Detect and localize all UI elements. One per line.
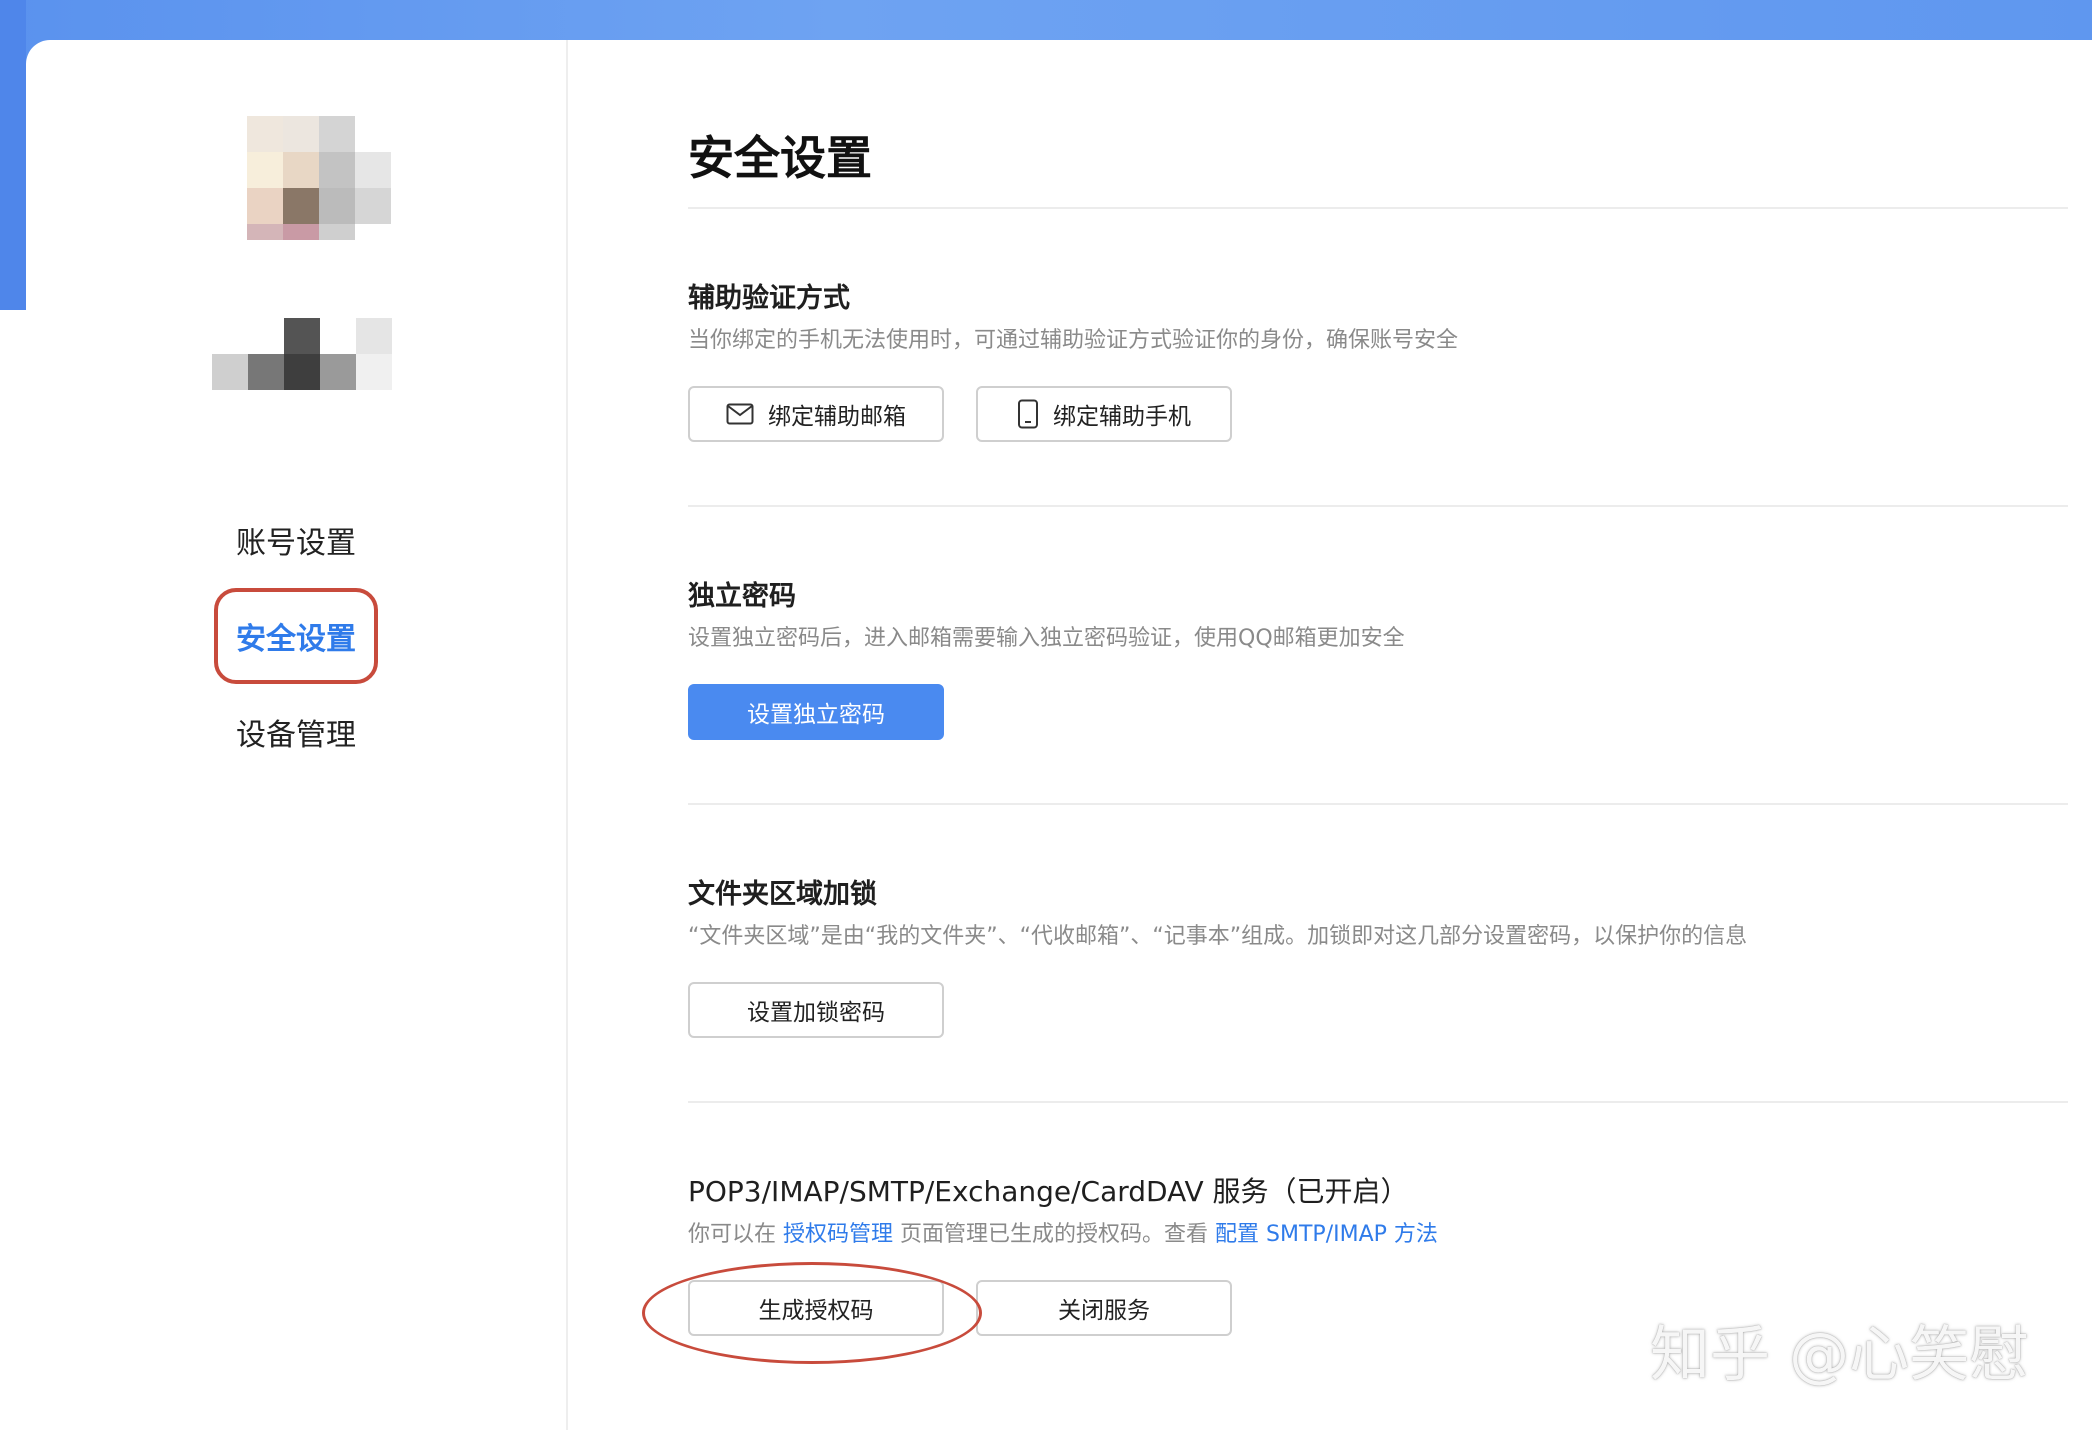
avatar[interactable] [223,116,391,240]
bind-aux-email-label: 绑定辅助邮箱 [768,404,906,430]
account-nickname [212,318,392,390]
pop3-desc-middle: 页面管理已生成的授权码。查看 [900,1222,1209,1247]
set-independent-password-label: 设置独立密码 [747,702,885,728]
page-title: 安全设置 [688,131,872,185]
section-desc-aux-verify: 当你绑定的手机无法使用时，可通过辅助验证方式验证你的身份，确保账号安全 [688,328,1459,353]
close-service-button[interactable]: 关闭服务 [976,1280,1232,1336]
section-title-folder-lock: 文件夹区域加锁 [688,879,877,910]
sidebar-highlight-annotation [214,588,378,684]
pop3-desc-prefix: 你可以在 [688,1222,777,1247]
set-independent-password-button[interactable]: 设置独立密码 [688,684,944,740]
sidebar-item-account-settings[interactable]: 账号设置 [214,492,378,588]
close-service-label: 关闭服务 [1058,1298,1150,1324]
divider [688,803,2068,805]
section-title-independent-password: 独立密码 [688,581,796,612]
section-desc-folder-lock: “文件夹区域”是由“我的文件夹”、“代收邮箱”、“记事本”组成。加锁即对这几部分… [688,924,1748,949]
divider [688,1101,2068,1103]
generate-button-highlight-annotation [642,1262,982,1364]
divider [688,207,2068,209]
bind-aux-phone-label: 绑定辅助手机 [1053,404,1191,430]
phone-icon [1017,399,1039,429]
configure-smtp-imap-link[interactable]: 配置 SMTP/IMAP 方法 [1215,1222,1438,1247]
watermark: 知乎 @心笑慰 [1650,1320,2030,1390]
section-title-aux-verify: 辅助验证方式 [688,283,850,314]
header-left-strip [0,0,26,310]
bind-aux-phone-button[interactable]: 绑定辅助手机 [976,386,1232,442]
sidebar-item-device-management[interactable]: 设备管理 [214,684,378,780]
section-desc-pop3-service: 你可以在 授权码管理 页面管理已生成的授权码。查看 配置 SMTP/IMAP 方… [688,1216,1438,1248]
set-lock-password-button[interactable]: 设置加锁密码 [688,982,944,1038]
section-desc-independent-password: 设置独立密码后，进入邮箱需要输入独立密码验证，使用QQ邮箱更加安全 [688,626,1405,651]
bind-aux-email-button[interactable]: 绑定辅助邮箱 [688,386,944,442]
section-title-pop3-service: POP3/IMAP/SMTP/Exchange/CardDAV 服务（已开启） [688,1175,1409,1208]
auth-code-management-link[interactable]: 授权码管理 [783,1222,893,1247]
divider [688,505,2068,507]
set-lock-password-label: 设置加锁密码 [747,1000,885,1026]
mail-icon [726,403,754,425]
